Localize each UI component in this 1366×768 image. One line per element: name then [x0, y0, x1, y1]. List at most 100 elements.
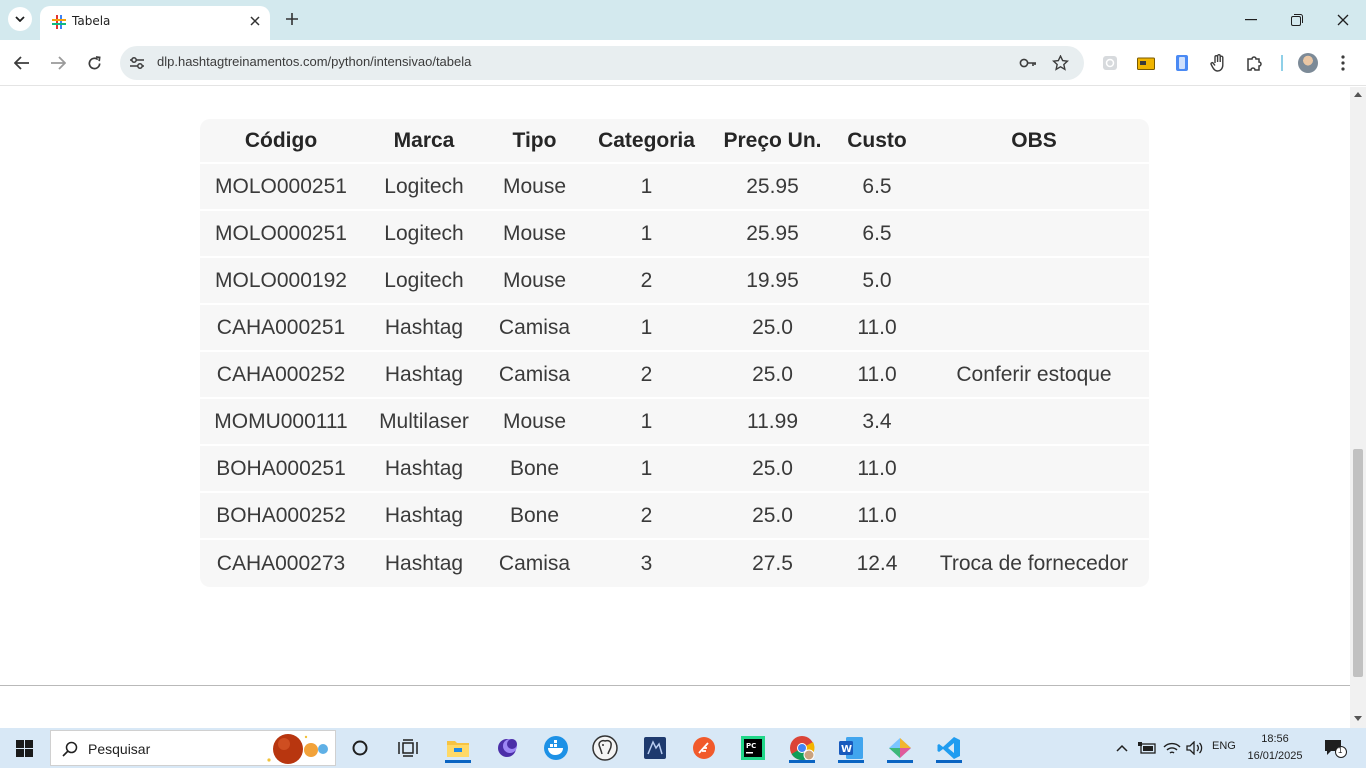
scroll-down-arrow-icon[interactable]: [1353, 715, 1363, 725]
cell-codigo: MOLO000192: [200, 258, 362, 305]
address-bar[interactable]: dlp.hashtagtreinamentos.com/python/inten…: [120, 46, 1084, 80]
docker-whale-icon[interactable]: [541, 733, 571, 763]
cell-preco: 11.99: [710, 399, 835, 446]
url-text: dlp.hashtagtreinamentos.com/python/inten…: [157, 54, 472, 69]
clock-time: 18:56: [1261, 733, 1289, 745]
clock[interactable]: 18:56 16/01/2025: [1240, 731, 1310, 765]
password-key-icon[interactable]: [1018, 53, 1038, 73]
new-tab-plus-icon[interactable]: [282, 9, 302, 29]
app-purple-moon-icon[interactable]: [492, 733, 522, 763]
tab-strip: Tabela: [0, 0, 1366, 40]
table-header-row: Código Marca Tipo Categoria Preço Un. Cu…: [200, 119, 1149, 164]
cell-marca: Hashtag: [362, 493, 486, 540]
cell-codigo: CAHA000251: [200, 305, 362, 352]
active-indicator: [936, 760, 962, 763]
windows-start-icon[interactable]: [16, 740, 33, 757]
back-arrow-icon[interactable]: [11, 52, 33, 74]
input-language[interactable]: ENG: [1212, 740, 1236, 752]
active-indicator: [887, 760, 913, 763]
cortana-circle-icon[interactable]: [345, 733, 375, 763]
cell-categoria: 1: [583, 305, 710, 352]
cell-custo: 5.0: [835, 258, 919, 305]
pycharm-icon[interactable]: PC: [738, 733, 768, 763]
taskbar: Pesquisar PC W ENG 18:56 16/01/2025 1: [0, 728, 1366, 768]
cell-categoria: 1: [583, 164, 710, 211]
notifications-icon[interactable]: 1: [1324, 738, 1348, 758]
cell-custo: 6.5: [835, 164, 919, 211]
cell-categoria: 2: [583, 258, 710, 305]
site-info-tune-icon[interactable]: [128, 54, 146, 72]
cell-codigo: CAHA000252: [200, 352, 362, 399]
volume-icon[interactable]: [1185, 738, 1205, 758]
cell-preco: 25.0: [710, 352, 835, 399]
cell-custo: 12.4: [856, 551, 898, 575]
cell-codigo: MOMU000111: [200, 399, 362, 446]
close-window-icon[interactable]: [1333, 10, 1353, 30]
vertical-scrollbar[interactable]: [1350, 87, 1366, 728]
cell-preco: 25.0: [710, 446, 835, 493]
tab-close-icon[interactable]: [246, 12, 264, 30]
extension-grey-icon[interactable]: [1100, 53, 1120, 73]
cell-tipo: Camisa: [486, 305, 583, 352]
restore-icon[interactable]: [1287, 10, 1307, 30]
chrome-icon[interactable]: [787, 733, 817, 763]
page-divider: [0, 685, 1350, 686]
tab-search-chevron-icon[interactable]: [8, 7, 32, 31]
word-icon[interactable]: W: [836, 733, 866, 763]
wifi-icon[interactable]: [1162, 738, 1182, 758]
table-row: CAHA000251 Hashtag Camisa 1 25.0 11.0: [200, 305, 1149, 352]
header-marca: Marca: [362, 119, 486, 164]
bookmark-star-icon[interactable]: [1050, 53, 1070, 73]
cell-codigo: BOHA000252: [200, 493, 362, 540]
forward-arrow-icon[interactable]: [47, 52, 69, 74]
cell-obs: Troca de fornecedor: [939, 551, 1129, 575]
cell-custo: 3.4: [835, 399, 919, 446]
app-diamond-icon[interactable]: [885, 733, 915, 763]
extension-folder-icon[interactable]: [1136, 53, 1156, 73]
cell-tipo: Mouse: [486, 211, 583, 258]
cell-categoria: 1: [583, 211, 710, 258]
file-explorer-icon[interactable]: [443, 733, 473, 763]
minimize-icon[interactable]: [1241, 10, 1261, 30]
cell-preco: 27.5: [752, 551, 793, 575]
cell-categoria: 3: [640, 551, 653, 575]
table-row: MOLO000251 Logitech Mouse 1 25.95 6.5: [200, 211, 1149, 258]
taskbar-search-placeholder: Pesquisar: [88, 741, 151, 757]
cell-custo: 6.5: [835, 211, 919, 258]
cell-marca: Hashtag: [362, 305, 486, 352]
table-row: BOHA000252 Hashtag Bone 2 25.0 11.0: [200, 493, 1149, 540]
cell-preco: 25.95: [710, 164, 835, 211]
cell-marca: Hashtag: [384, 551, 464, 575]
extensions-puzzle-icon[interactable]: [1245, 53, 1265, 73]
cell-custo: 11.0: [835, 493, 919, 540]
postgres-elephant-icon[interactable]: [590, 733, 620, 763]
table-row: BOHA000251 Hashtag Bone 1 25.0 11.0: [200, 446, 1149, 493]
vscode-icon[interactable]: [934, 733, 964, 763]
scroll-thumb[interactable]: [1353, 449, 1363, 677]
app-orange-feather-icon[interactable]: [689, 733, 719, 763]
cell-marca: Multilaser: [362, 399, 486, 446]
show-hidden-icons-chevron-icon[interactable]: [1112, 738, 1132, 758]
toolbar-separator: [1281, 55, 1283, 71]
battery-icon[interactable]: [1137, 738, 1157, 758]
cell-tipo: Bone: [486, 446, 583, 493]
task-view-icon[interactable]: [393, 733, 423, 763]
cell-tipo: Mouse: [486, 164, 583, 211]
profile-avatar[interactable]: [1298, 53, 1318, 73]
cell-preco: 25.0: [710, 493, 835, 540]
reload-icon[interactable]: [83, 52, 105, 74]
menu-kebab-icon[interactable]: [1333, 53, 1353, 73]
page-content: Código Marca Tipo Categoria Preço Un. Cu…: [0, 87, 1350, 728]
cell-preco: 25.0: [710, 305, 835, 352]
cell-categoria: 2: [583, 493, 710, 540]
products-table: Código Marca Tipo Categoria Preço Un. Cu…: [200, 119, 1149, 587]
taskbar-search-box[interactable]: Pesquisar: [50, 730, 336, 766]
cell-obs: Conferir estoque: [919, 352, 1149, 399]
cell-custo: 11.0: [835, 305, 919, 352]
extension-blue-icon[interactable]: [1172, 53, 1192, 73]
svg-text:W: W: [841, 744, 852, 755]
extension-hand-icon[interactable]: [1208, 53, 1228, 73]
active-tab[interactable]: Tabela: [40, 6, 270, 40]
app-dark-blue-icon[interactable]: [640, 733, 670, 763]
scroll-up-arrow-icon[interactable]: [1353, 90, 1363, 100]
